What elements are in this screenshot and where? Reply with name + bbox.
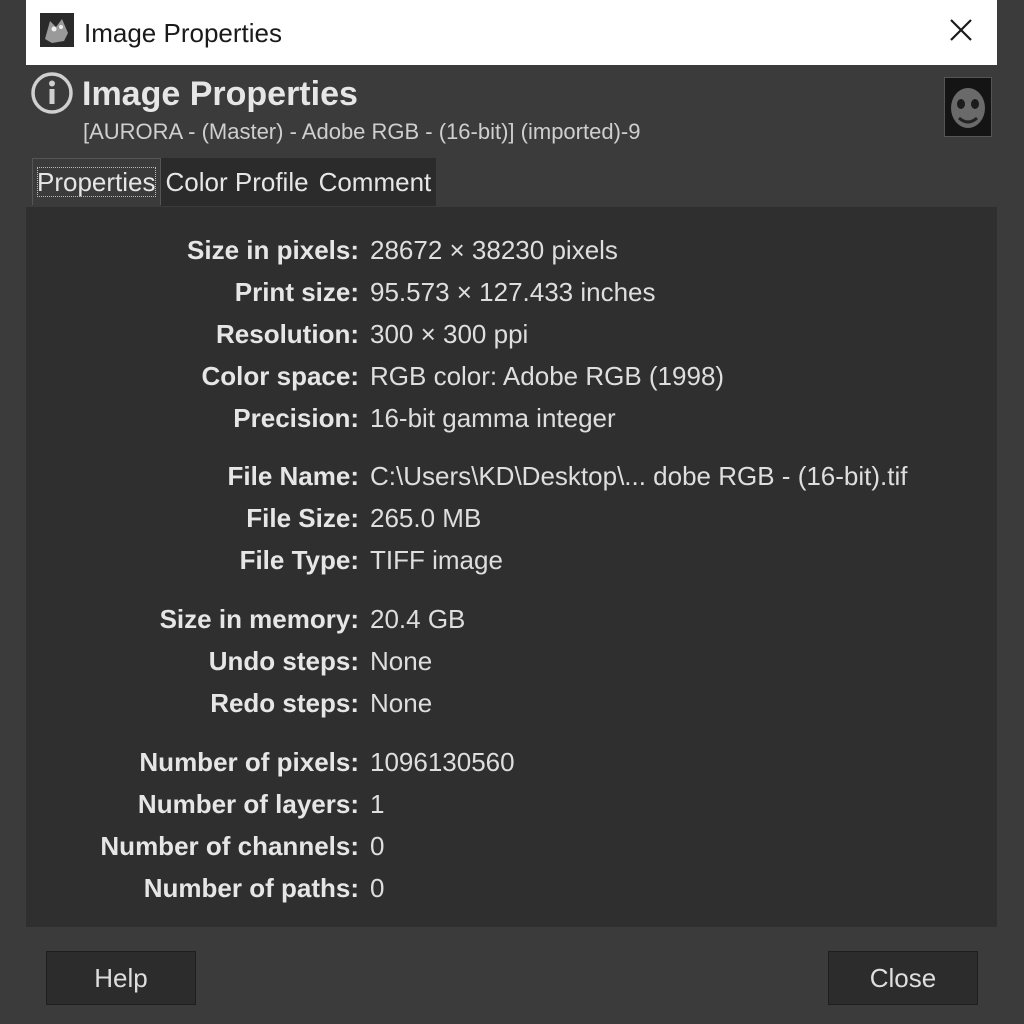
property-value: TIFF image	[370, 545, 503, 575]
property-row-num-pixels: Number of pixels: 1096130560	[26, 742, 997, 782]
property-value: 1	[370, 789, 385, 819]
property-value: C:\Users\KD\Desktop\... dobe RGB - (16-b…	[370, 461, 908, 491]
property-value: None	[370, 646, 433, 676]
property-label: File Type:	[239, 545, 359, 575]
property-row-num-channels: Number of channels: 0	[26, 826, 997, 866]
property-label: Number of channels:	[100, 831, 359, 861]
window-titlebar: Image Properties	[26, 0, 997, 65]
property-row-num-paths: Number of paths: 0	[26, 868, 997, 908]
property-value: 16-bit gamma integer	[370, 403, 616, 433]
property-label: File Name:	[227, 461, 360, 491]
property-label: Number of layers:	[137, 789, 359, 819]
property-value: 300 × 300 ppi	[370, 319, 529, 349]
tab-comment[interactable]: Comment	[313, 158, 437, 206]
property-label: Size in memory:	[159, 604, 359, 634]
property-row-color-space: Color space: RGB color: Adobe RGB (1998)	[26, 356, 997, 396]
tab-bar: Properties Color Profile Comment	[32, 158, 437, 206]
property-row-redo-steps: Redo steps: None	[26, 683, 997, 723]
property-value: 0	[370, 831, 385, 861]
property-label: Print size:	[234, 277, 359, 307]
tab-properties[interactable]: Properties	[32, 158, 161, 205]
property-label: Number of paths:	[143, 873, 359, 903]
property-row-file-type: File Type: TIFF image	[26, 540, 997, 580]
property-label: Color space:	[201, 361, 360, 391]
property-row-size-memory: Size in memory: 20.4 GB	[26, 599, 997, 639]
header-subtitle: [AURORA - (Master) - Adobe RGB - (16-bit…	[83, 119, 641, 144]
property-row-num-layers: Number of layers: 1	[26, 784, 997, 824]
property-label: Undo steps:	[208, 646, 359, 676]
property-row-file-name: File Name: C:\Users\KD\Desktop\... dobe …	[26, 456, 997, 496]
close-button[interactable]: Close	[828, 951, 978, 1005]
properties-panel: Size in pixels: 28672 × 38230 pixels Pri…	[26, 207, 997, 927]
property-value: 20.4 GB	[370, 604, 466, 634]
property-label: Redo steps:	[210, 688, 359, 718]
property-value: RGB color: Adobe RGB (1998)	[370, 361, 725, 391]
window-title: Image Properties	[84, 18, 282, 48]
property-value: 28672 × 38230 pixels	[370, 235, 618, 265]
property-label: Number of pixels:	[139, 747, 359, 777]
property-row-file-size: File Size: 265.0 MB	[26, 498, 997, 538]
property-value: 95.573 × 127.433 inches	[370, 277, 656, 307]
property-value: 265.0 MB	[370, 503, 482, 533]
header-title: Image Properties	[82, 75, 358, 113]
property-value: 0	[370, 873, 385, 903]
property-row-undo-steps: Undo steps: None	[26, 641, 997, 681]
image-thumbnail	[944, 77, 992, 137]
property-value: 1096130560	[370, 747, 515, 777]
property-row-resolution: Resolution: 300 × 300 ppi	[26, 314, 997, 354]
property-value: None	[370, 688, 433, 718]
close-icon[interactable]	[945, 14, 977, 46]
dialog-body: Image Properties [AURORA - (Master) - Ad…	[26, 65, 997, 927]
property-row-precision: Precision: 16-bit gamma integer	[26, 398, 997, 438]
property-row-size-pixels: Size in pixels: 28672 × 38230 pixels	[26, 230, 997, 270]
property-label: Resolution:	[216, 319, 359, 349]
help-button[interactable]: Help	[46, 951, 196, 1005]
gimp-app-icon	[40, 13, 74, 47]
property-label: Precision:	[233, 403, 359, 433]
property-row-print-size: Print size: 95.573 × 127.433 inches	[26, 272, 997, 312]
tab-color-profile[interactable]: Color Profile	[160, 158, 314, 206]
property-label: Size in pixels:	[187, 235, 359, 265]
info-icon	[30, 71, 74, 115]
property-label: File Size:	[246, 503, 359, 533]
